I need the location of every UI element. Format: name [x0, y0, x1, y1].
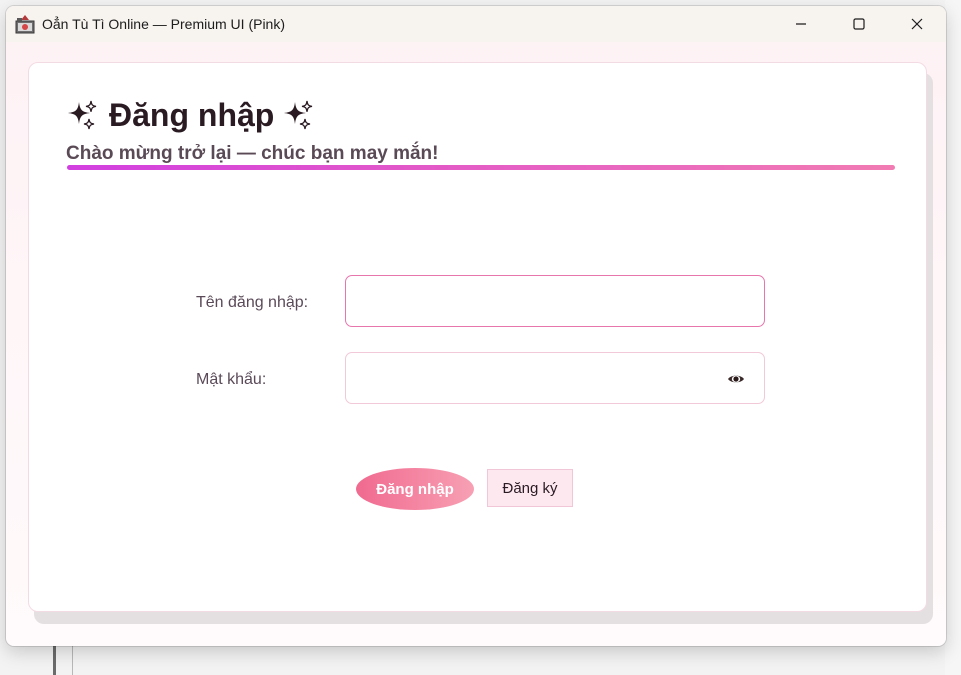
eye-icon[interactable]: [727, 373, 745, 385]
background-window-edge: [945, 0, 961, 675]
page-subtitle: Chào mừng trở lại — chúc bạn may mắn!: [66, 143, 439, 164]
page-title: Đăng nhập: [109, 96, 275, 133]
window-controls: [772, 6, 946, 42]
username-input[interactable]: [345, 275, 765, 327]
app-icon: [15, 14, 35, 34]
maximize-button[interactable]: [830, 6, 888, 42]
password-input[interactable]: [345, 352, 765, 404]
client-area: Đăng nhập Chào mừng trở lại — chúc bạn m…: [6, 42, 946, 646]
accent-divider: [67, 165, 895, 170]
close-button[interactable]: [888, 6, 946, 42]
app-window: Oẳn Tù Tì Online — Premium UI (Pink) Đăn…: [6, 6, 946, 646]
maximize-icon: [853, 18, 865, 30]
sparkle-icon: [282, 98, 316, 132]
password-label: Mật khẩu:: [196, 371, 267, 388]
minimize-icon: [796, 23, 806, 25]
close-icon: [911, 18, 923, 30]
sparkle-icon: [66, 98, 100, 132]
minimize-button[interactable]: [772, 6, 830, 42]
username-label: Tên đăng nhập:: [196, 294, 309, 311]
register-button[interactable]: Đăng ký: [487, 469, 573, 507]
title-bar[interactable]: Oẳn Tù Tì Online — Premium UI (Pink): [6, 6, 946, 42]
login-button[interactable]: Đăng nhập: [356, 468, 474, 510]
page-heading: Đăng nhập: [66, 95, 316, 135]
login-card: Đăng nhập Chào mừng trở lại — chúc bạn m…: [28, 62, 927, 612]
window-title: Oẳn Tù Tì Online — Premium UI (Pink): [42, 16, 285, 32]
